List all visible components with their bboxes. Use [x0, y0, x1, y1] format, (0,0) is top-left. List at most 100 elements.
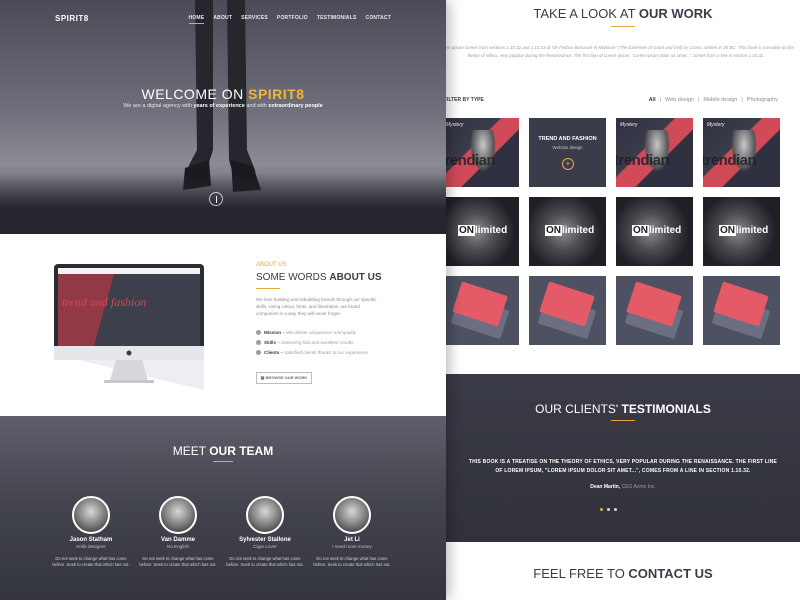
about-list-item: Clients – Satisfied clients thanks to ou… — [256, 348, 368, 358]
tile-big-text: trendian — [616, 152, 670, 169]
tile-tag: Mystery — [620, 122, 638, 128]
tagline-highlight: extraordinary people — [268, 103, 323, 109]
hero-section: SPIRIT8 HOME ABOUT SERVICES PORTFOLIO TE… — [0, 0, 446, 234]
carousel-dot[interactable] — [614, 508, 617, 511]
member-role: Knife designer — [76, 544, 106, 549]
portfolio-item[interactable] — [442, 276, 519, 345]
featured-subtitle: Website design — [552, 145, 583, 150]
bullet-icon — [256, 330, 261, 336]
filter-mobile-design[interactable]: Mobile design — [703, 97, 737, 103]
member-name: Jason Statham — [69, 537, 113, 543]
avatar[interactable] — [333, 496, 371, 534]
testimonial-quote: THIS BOOK IS A TREATISE ON THE THEORY OF… — [468, 459, 778, 474]
contact-title: FEEL FREE TO CONTACT US — [446, 566, 800, 581]
work-description: Lorem Ipsum comes from sections 1.10.32 … — [438, 45, 794, 58]
member-description: Do not seek to change what has come befo… — [52, 556, 130, 567]
team-title: MEET OUR TEAM — [0, 444, 446, 458]
nav-item-contact[interactable]: CONTACT — [366, 15, 391, 24]
team-member-card: Van Damme No English Do not seek to chan… — [138, 496, 218, 568]
avatar[interactable] — [246, 496, 284, 534]
tile-tag: Mystery — [707, 122, 725, 128]
work-title: TAKE A LOOK AT OUR WORK — [446, 6, 800, 21]
list-desc: Satisfied clients thanks to our experien… — [284, 350, 368, 355]
imac-screen-text: trend and fashion — [62, 295, 146, 309]
nav-item-portfolio[interactable]: PORTFOLIO — [277, 15, 308, 24]
tile-big-text: trendian — [442, 152, 496, 169]
work-section: TAKE A LOOK AT OUR WORK Lorem Ipsum come… — [438, 0, 800, 374]
about-title-plain: SOME WORDS — [256, 272, 330, 283]
plus-icon[interactable]: + — [562, 158, 574, 170]
filter-web-design[interactable]: Web design — [665, 97, 694, 103]
about-section: trend and fashion ABOUT US SOME WORDS AB… — [0, 234, 446, 416]
about-title-bold: ABOUT US — [329, 272, 382, 283]
filter-label: FILTER BY TYPE — [444, 97, 484, 103]
portfolio-item[interactable]: ONlimited — [703, 197, 780, 266]
member-description: Do not seek to change what has come befo… — [139, 556, 217, 567]
accent-divider — [256, 288, 280, 289]
scroll-down-icon[interactable] — [209, 192, 223, 206]
hero-title-brand: SPIRIT8 — [248, 86, 305, 102]
nav-item-about[interactable]: ABOUT — [213, 15, 232, 24]
portfolio-item[interactable]: Mystery trendian — [442, 118, 519, 187]
avatar[interactable] — [159, 496, 197, 534]
team-title-plain: MEET — [172, 444, 210, 458]
filter-photography[interactable]: Photography — [747, 97, 778, 103]
tile-big-text: trendian — [703, 152, 757, 169]
tile-tag: Mystery — [446, 122, 464, 128]
limited-text: limited — [649, 225, 682, 236]
browse-work-button[interactable]: ▦ BROWSE OUR WORK — [256, 372, 312, 384]
unlimited-logo: ONlimited — [632, 225, 681, 236]
brand-logo[interactable]: SPIRIT8 — [55, 14, 89, 23]
carousel-dot[interactable] — [607, 508, 610, 511]
team-title-bold: OUR TEAM — [209, 444, 274, 458]
unlimited-logo: ONlimited — [458, 225, 507, 236]
testimonials-section: OUR CLIENTS' TESTIMONIALS THIS BOOK IS A… — [446, 374, 800, 542]
portfolio-item[interactable] — [703, 276, 780, 345]
portfolio-item[interactable]: ONlimited — [442, 197, 519, 266]
tagline-part: and with — [244, 103, 269, 109]
hero-tagline: We are a digital agency with years of ex… — [0, 103, 446, 109]
list-desc: Delivering fast and excellent results — [281, 340, 354, 345]
list-term: Mission — [264, 330, 282, 335]
about-list-item: Skills – Delivering fast and excellent r… — [256, 338, 368, 348]
list-desc: We deliver uniqueness and quality — [286, 330, 357, 335]
nav-item-home[interactable]: HOME — [188, 15, 205, 24]
filter-all[interactable]: All — [649, 97, 656, 103]
member-name: Jet Li — [344, 537, 360, 543]
on-text: ON — [632, 225, 649, 236]
team-member-card: Jason Statham Knife designer Do not seek… — [51, 496, 131, 568]
nav-item-services[interactable]: SERVICES — [241, 15, 268, 24]
unlimited-logo: ONlimited — [545, 225, 594, 236]
member-description: Do not seek to change what has come befo… — [226, 556, 304, 567]
portfolio-item-featured[interactable]: TREND AND FASHION Website design + — [529, 118, 606, 187]
limited-text: limited — [562, 225, 595, 236]
avatar[interactable] — [72, 496, 110, 534]
portfolio-item[interactable] — [529, 276, 606, 345]
portfolio-item[interactable]: ONlimited — [529, 197, 606, 266]
author-role: CEO Acme Inc. — [620, 484, 656, 490]
hero-ground — [0, 174, 446, 234]
nav-item-testimonials[interactable]: TESTIMONIALS — [317, 15, 357, 24]
member-description: Do not seek to change what has come befo… — [313, 556, 391, 567]
contact-section: FEEL FREE TO CONTACT US — [446, 542, 800, 600]
portfolio-item[interactable] — [616, 276, 693, 345]
contact-title-bold: CONTACT US — [628, 566, 713, 581]
accent-divider — [611, 420, 635, 421]
member-role: Cigar Lover — [253, 544, 277, 549]
portfolio-item[interactable]: ONlimited — [616, 197, 693, 266]
featured-title: TREND AND FASHION — [538, 136, 597, 142]
list-term: Skills — [264, 340, 277, 345]
filter-separator: | — [659, 97, 662, 103]
hero-title-plain: WELCOME ON — [141, 86, 249, 102]
limited-text: limited — [475, 225, 508, 236]
member-name: Van Damme — [160, 537, 196, 543]
nav-menu: HOME ABOUT SERVICES PORTFOLIO TESTIMONIA… — [188, 15, 391, 24]
tagline-part: We are a digital agency with — [123, 103, 194, 109]
carousel-dot-active[interactable] — [600, 508, 603, 511]
portfolio-item[interactable]: Mystery trendian — [616, 118, 693, 187]
filter-separator: | — [741, 97, 743, 103]
right-page-panel: TAKE A LOOK AT OUR WORK Lorem Ipsum come… — [438, 0, 800, 600]
portfolio-item[interactable]: Mystery trendian — [703, 118, 780, 187]
on-text: ON — [458, 225, 475, 236]
accent-divider — [213, 461, 233, 462]
